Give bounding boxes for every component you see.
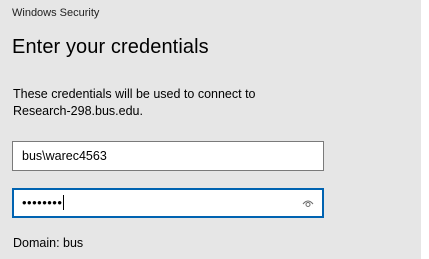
domain-label: Domain: bus xyxy=(13,236,84,250)
message-line-1: These credentials will be used to connec… xyxy=(13,87,256,101)
credentials-dialog: Windows Security Enter your credentials … xyxy=(0,0,421,259)
dialog-heading: Enter your credentials xyxy=(12,36,209,58)
username-field[interactable]: bus\warec4563 xyxy=(12,141,324,171)
app-title: Windows Security xyxy=(12,7,100,19)
username-value: bus\warec4563 xyxy=(22,149,107,163)
password-field[interactable]: •••••••• xyxy=(12,188,324,218)
password-value: •••••••• xyxy=(22,195,65,210)
message-line-2: Research-298.bus.edu. xyxy=(13,104,143,118)
dialog-message: These credentials will be used to connec… xyxy=(13,86,313,120)
text-caret xyxy=(63,195,65,210)
password-masked-text: •••••••• xyxy=(22,195,63,210)
eye-icon[interactable] xyxy=(302,197,314,209)
